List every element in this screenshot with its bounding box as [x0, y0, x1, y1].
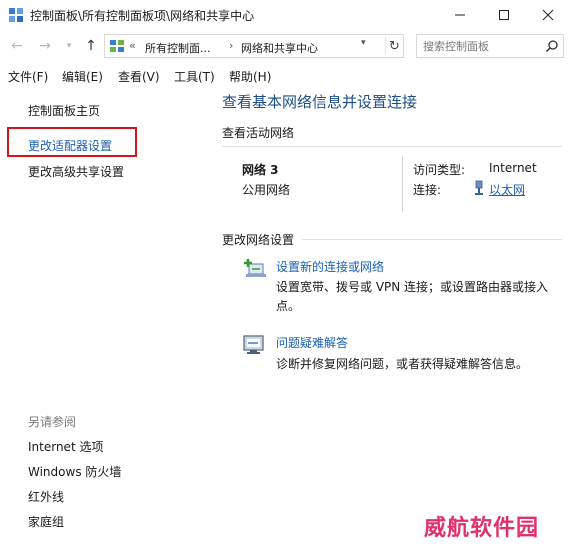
control-panel-icon [8, 7, 24, 23]
back-button[interactable]: ← [8, 36, 26, 56]
maximize-button[interactable] [484, 0, 524, 30]
change-adapter-settings-link[interactable]: 更改适配器设置 [28, 137, 112, 154]
see-also-windows-firewall[interactable]: Windows 防火墙 [28, 463, 121, 480]
menu-bar: 文件(F) 编辑(E) 查看(V) 工具(T) 帮助(H) [0, 66, 571, 86]
troubleshoot-icon[interactable] [242, 333, 266, 357]
page-title: 查看基本网络信息并设置连接 [222, 93, 418, 111]
access-type-label: 访问类型: [413, 163, 466, 177]
arrow-left-icon: ← [11, 38, 23, 54]
breadcrumb-all-items[interactable]: 所有控制面... [145, 40, 211, 56]
see-also-internet-options[interactable]: Internet 选项 [28, 438, 103, 455]
breadcrumb-network-center[interactable]: 网络和共享中心 [241, 40, 318, 56]
setup-new-connection-description: 设置宽带、拨号或 VPN 连接；或设置路由器或接入点。 [276, 280, 549, 313]
change-advanced-sharing-link[interactable]: 更改高级共享设置 [28, 163, 124, 180]
up-button[interactable]: ↑ [82, 36, 100, 56]
menu-tools[interactable]: 工具(T) [174, 68, 215, 85]
close-button[interactable] [528, 0, 568, 30]
watermark-text: 威航软件园 [424, 515, 540, 541]
new-connection-icon[interactable] [242, 257, 266, 281]
access-type-value: Internet [489, 161, 537, 175]
network-type[interactable]: 公用网络 [242, 181, 290, 198]
search-input[interactable] [423, 38, 541, 54]
menu-help[interactable]: 帮助(H) [229, 68, 271, 85]
minimize-button[interactable] [440, 0, 480, 30]
title-bar: 控制面板\所有控制面板项\网络和共享中心 [0, 0, 571, 30]
maximize-icon [499, 10, 509, 20]
ethernet-icon [473, 180, 485, 196]
menu-edit[interactable]: 编辑(E) [62, 68, 103, 85]
chevron-down-icon: ▾ [66, 41, 72, 51]
address-bar[interactable]: « 所有控制面... › 网络和共享中心 ▾ ↻ [104, 34, 404, 58]
control-panel-home-link[interactable]: 控制面板主页 [28, 102, 100, 119]
change-settings-heading: 更改网络设置 [222, 233, 295, 247]
section-divider [302, 239, 562, 240]
address-row: ← → ▾ ↑ « 所有控制面... › 网络和共享中心 ▾ ↻ [0, 32, 571, 60]
minimize-icon [455, 14, 465, 16]
search-box[interactable] [416, 34, 564, 58]
active-networks-heading: 查看活动网络 [222, 126, 295, 140]
vertical-divider [402, 156, 403, 212]
ethernet-connection-link[interactable]: 以太网 [489, 181, 525, 198]
control-panel-icon [109, 39, 125, 53]
troubleshoot-problems-link[interactable]: 问题疑难解答 [276, 334, 348, 351]
breadcrumb-separator[interactable]: › [229, 39, 233, 52]
see-also-infrared[interactable]: 红外线 [28, 488, 64, 505]
forward-button[interactable]: → [36, 36, 54, 56]
setup-new-connection-link[interactable]: 设置新的连接或网络 [276, 258, 384, 275]
address-dropdown-icon[interactable]: ▾ [361, 38, 366, 48]
network-name: 网络 3 [242, 163, 279, 177]
troubleshoot-problems-description: 诊断并修复网络问题，或者获得疑难解答信息。 [276, 357, 529, 371]
section-divider [222, 146, 562, 147]
recent-locations-button[interactable]: ▾ [60, 36, 78, 56]
arrow-right-icon: → [39, 38, 51, 54]
menu-view[interactable]: 查看(V) [118, 68, 160, 85]
see-also-homegroup[interactable]: 家庭组 [28, 513, 64, 530]
address-overflow-chevron[interactable]: « [129, 39, 136, 52]
refresh-icon: ↻ [389, 38, 400, 54]
arrow-up-icon: ↑ [85, 38, 97, 54]
refresh-button[interactable]: ↻ [385, 37, 403, 55]
menu-file[interactable]: 文件(F) [8, 68, 48, 85]
connection-label: 连接: [413, 183, 442, 197]
close-icon [542, 9, 554, 21]
search-icon[interactable] [545, 39, 559, 53]
window-title: 控制面板\所有控制面板项\网络和共享中心 [30, 9, 255, 23]
see-also-heading: 另请参阅 [28, 415, 77, 429]
